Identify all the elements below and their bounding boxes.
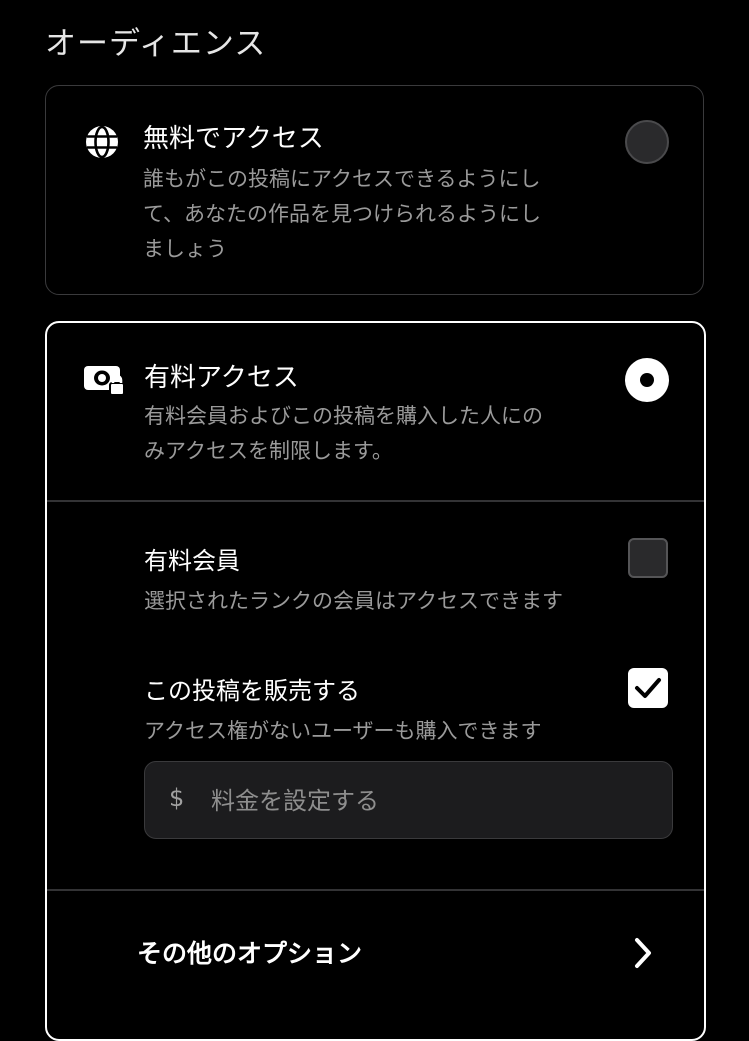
chevron-right-icon [631,936,655,970]
free-access-radio[interactable] [625,120,669,164]
free-access-option[interactable]: 無料でアクセス 誰もがこの投稿にアクセスできるようにし て、あなたの作品を見つけ… [45,85,704,295]
check-icon [635,678,661,698]
price-input[interactable] [209,762,653,839]
currency-symbol: $ [169,784,185,812]
section-title: オーディエンス [45,26,267,62]
free-access-description: 誰もがこの投稿にアクセスできるようにし て、あなたの作品を見つけられるようにし … [143,167,541,261]
paid-access-radio[interactable] [625,358,669,402]
sell-post-description: アクセス権がないユーザーも購入できます [144,719,542,743]
paid-members-checkbox[interactable] [628,538,668,578]
more-options-label: その他のオプション [137,939,363,968]
more-options-row[interactable]: その他のオプション [47,890,704,1020]
paid-access-description: 有料会員およびこの投稿を購入した人にの みアクセスを制限します。 [144,404,543,463]
paid-access-title: 有料アクセス [144,363,299,393]
sell-post-checkbox[interactable] [628,668,668,708]
sell-post-title: この投稿を販売する [144,677,360,705]
divider [47,500,704,502]
globe-icon [82,122,122,162]
free-access-title: 無料でアクセス [143,124,324,154]
money-lock-icon [83,359,127,399]
paid-access-option[interactable]: 有料アクセス 有料会員およびこの投稿を購入した人にの みアクセスを制限します。 … [45,321,706,1041]
paid-members-title: 有料会員 [144,547,240,575]
paid-members-description: 選択されたランクの会員はアクセスできます [144,589,563,613]
radio-selected-dot [640,373,654,387]
price-field[interactable]: $ [144,761,673,839]
